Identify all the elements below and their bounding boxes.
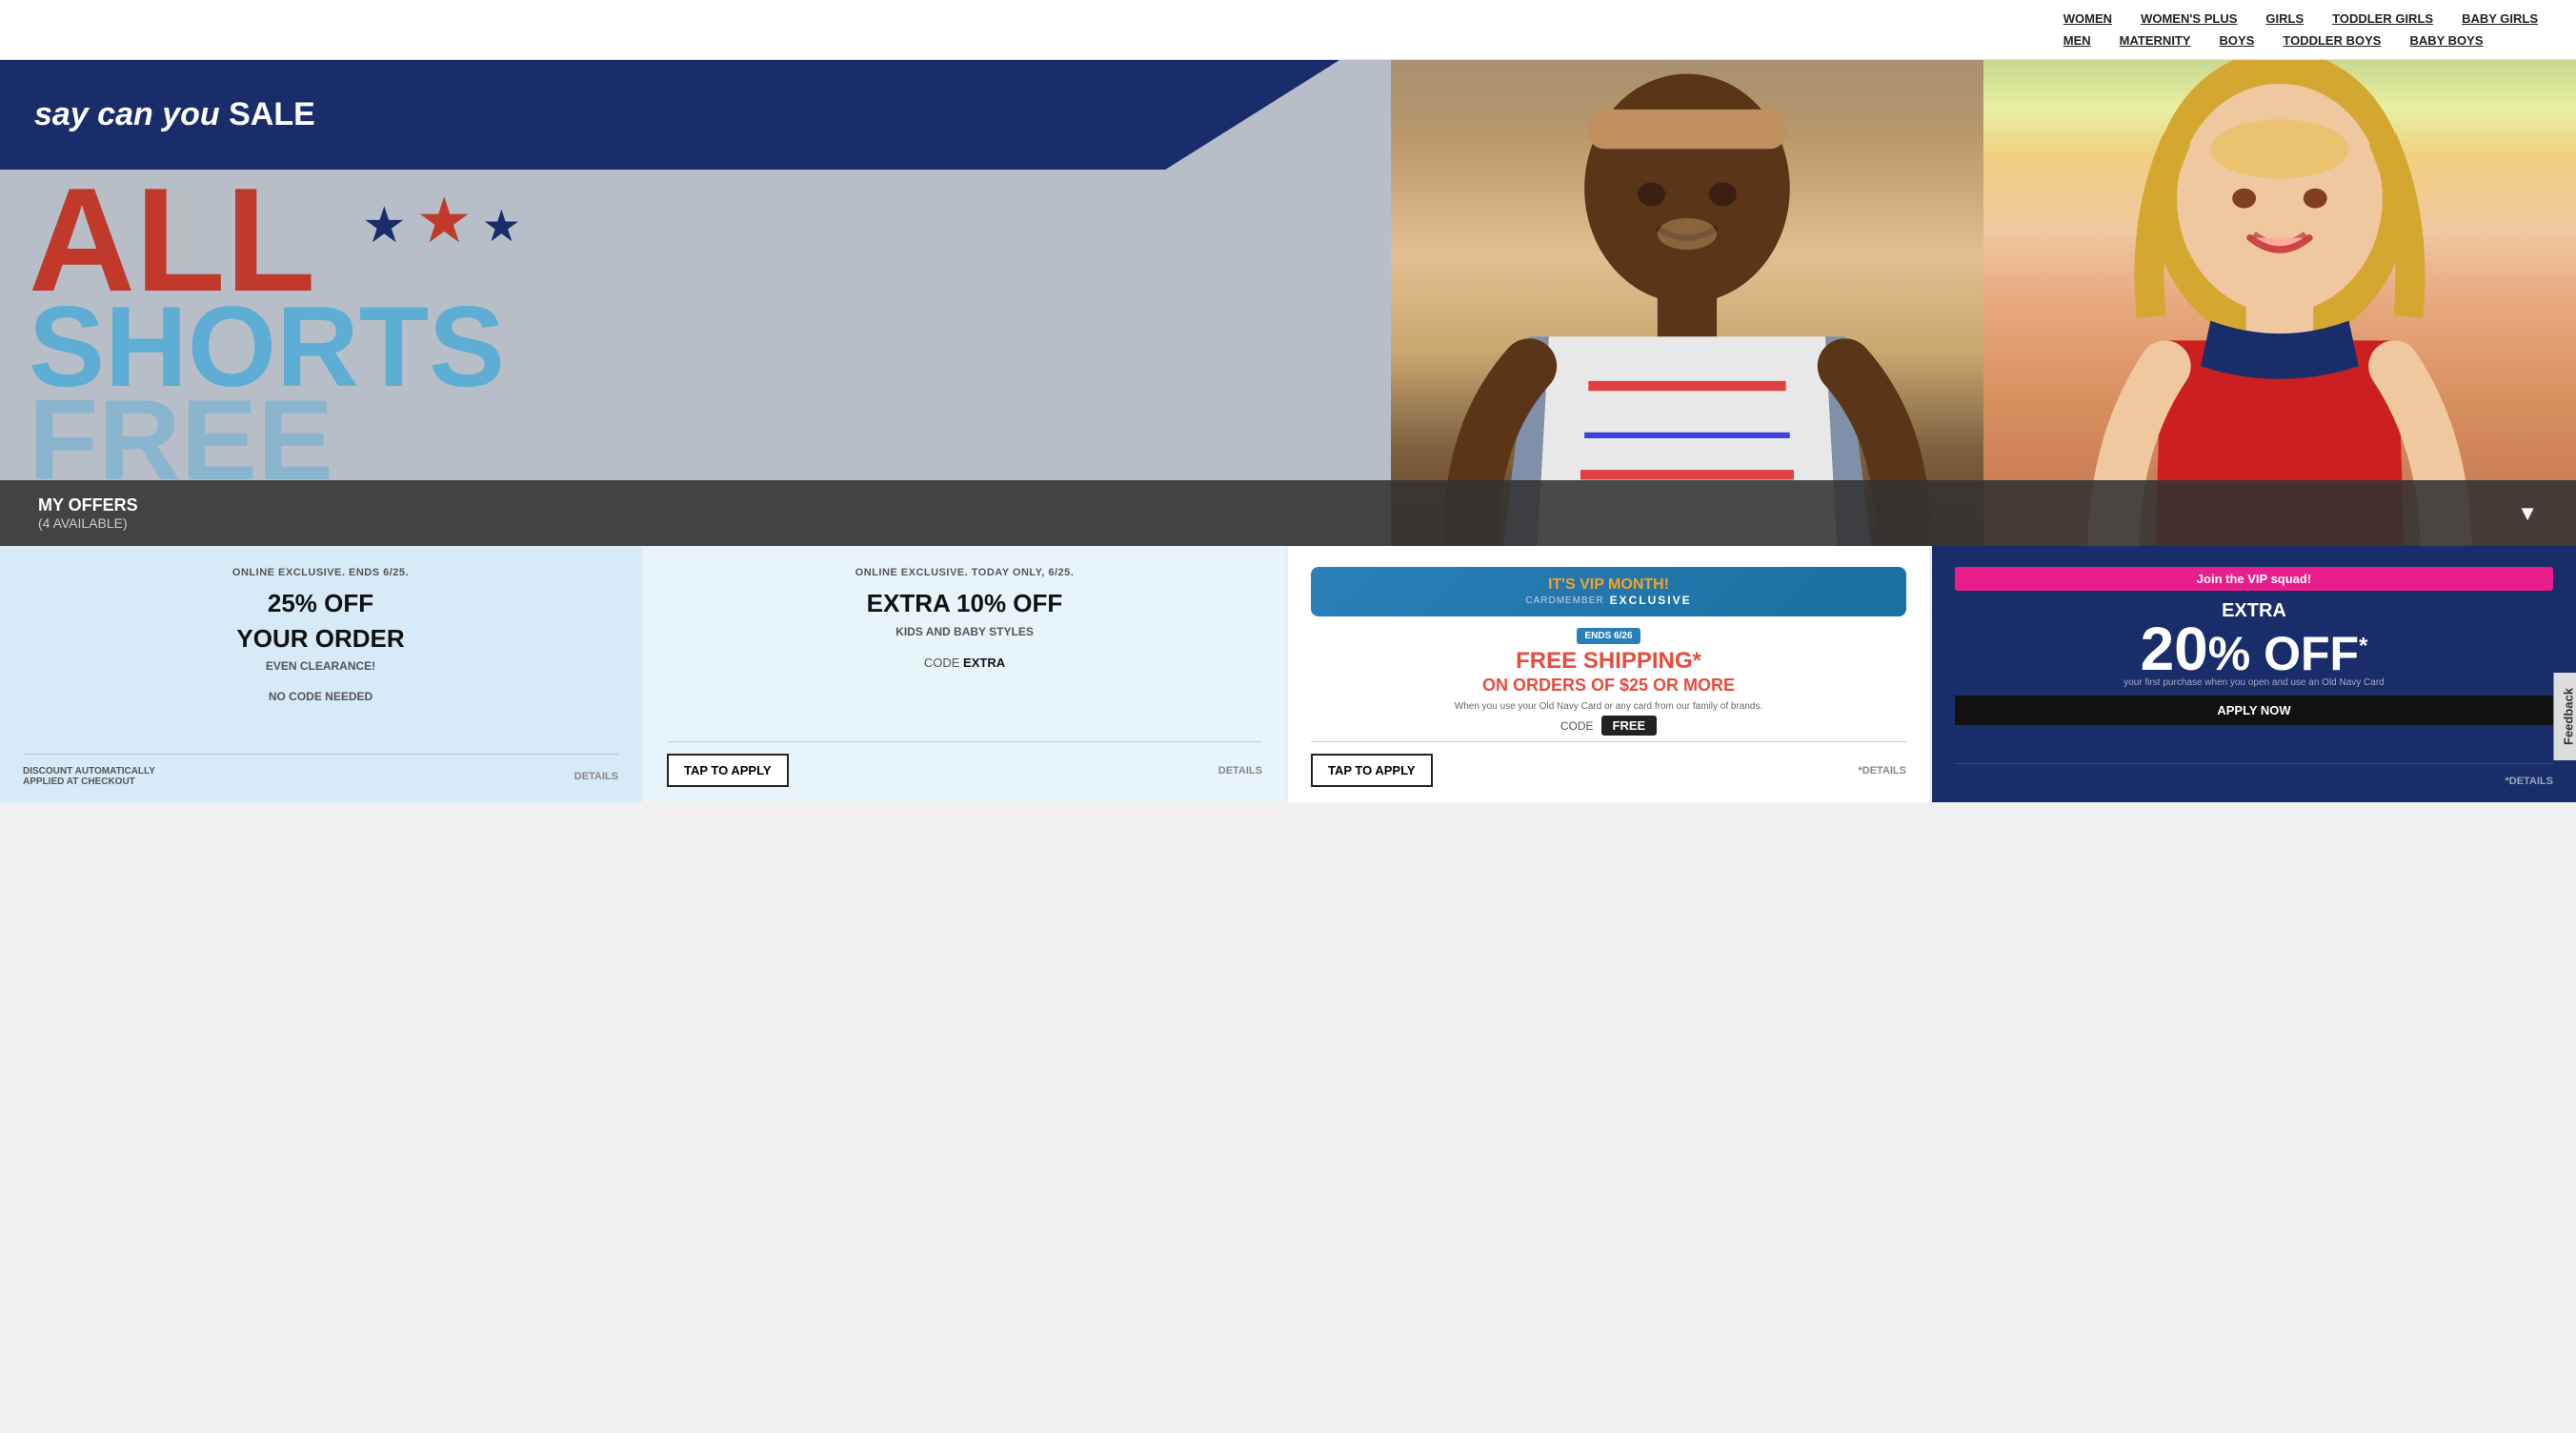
card2-main-line2: KIDS AND BABY STYLES (667, 625, 1262, 638)
nav-item-toddler-boys[interactable]: TODDLER BOYS (2283, 33, 2381, 48)
card1-footer: DISCOUNT AUTOMATICALLYAPPLIED AT CHECKOU… (23, 754, 618, 787)
feedback-tab[interactable]: Feedback (2554, 673, 2576, 760)
card4-fine-print: your first purchase when you open and us… (1955, 677, 2553, 688)
nav-item-girls[interactable]: GIRLS (2265, 11, 2304, 26)
card3-free-shipping-line2: ON ORDERS OF $25 OR MORE (1311, 676, 1906, 694)
card2-main-line1: EXTRA 10% OFF (667, 590, 1262, 617)
card3-ends-badge: ENDS 6/26 (1577, 628, 1640, 644)
nav-item-womens-plus[interactable]: WOMEN'S PLUS (2141, 11, 2237, 26)
navigation: WOMEN WOMEN'S PLUS GIRLS TODDLER GIRLS B… (0, 0, 2576, 60)
nav-item-baby-girls[interactable]: BABY GIRLS (2462, 11, 2538, 26)
nav-row-1: WOMEN WOMEN'S PLUS GIRLS TODDLER GIRLS B… (2063, 11, 2538, 26)
hero-person1 (1391, 60, 1983, 546)
offer-card-3: IT'S VIP MONTH! CARDMEMBER EXCLUSIVE END… (1288, 546, 1932, 802)
my-offers-count: (4 AVAILABLE) (38, 515, 138, 531)
card1-main-line2: YOUR ORDER (23, 625, 618, 653)
nav-row-2: MEN MATERNITY BOYS TODDLER BOYS BABY BOY… (2063, 33, 2538, 48)
card1-main-line1: 25% OFF (23, 590, 618, 617)
hero-blue-banner: say can you SALE (0, 60, 1339, 170)
nav-item-men[interactable]: MEN (2063, 33, 2091, 48)
card4-extra-label: EXTRA (1955, 600, 2553, 622)
nav-item-women[interactable]: WOMEN (2063, 11, 2112, 26)
chevron-down-icon: ▼ (2517, 501, 2538, 526)
card1-details-link[interactable]: DETAILS (574, 771, 618, 782)
card3-code-label: CODE (1560, 719, 1594, 733)
my-offers-bar[interactable]: MY OFFERS (4 AVAILABLE) ▼ (0, 480, 2576, 546)
nav-item-boys[interactable]: BOYS (2220, 33, 2255, 48)
card4-footer: *DETAILS (1955, 763, 2553, 787)
card2-code-row: CODE EXTRA (667, 656, 1262, 670)
card4-off-label: % OFF* (2208, 627, 2368, 680)
star-icon-3: ★ (482, 200, 521, 252)
card1-auto-applied: DISCOUNT AUTOMATICALLYAPPLIED AT CHECKOU… (23, 766, 155, 787)
card4-big-number: 20 (2141, 615, 2208, 683)
hero-free-text: FREE (29, 394, 505, 487)
card4-big-offer: 20% OFF* (1955, 622, 2553, 677)
card3-exclusive: EXCLUSIVE (1610, 594, 1692, 607)
card4-details-link[interactable]: *DETAILS (2505, 776, 2553, 787)
card2-tap-apply-button[interactable]: TAP TO APPLY (667, 754, 789, 787)
card1-sub: EVEN CLEARANCE! (23, 659, 618, 673)
my-offers-info: MY OFFERS (4 AVAILABLE) (38, 495, 138, 531)
card2-details-link[interactable]: DETAILS (1218, 765, 1262, 777)
person2-silhouette (1983, 60, 2576, 546)
card3-code-row: CODE FREE (1311, 716, 1906, 736)
nav-rows: WOMEN WOMEN'S PLUS GIRLS TODDLER GIRLS B… (2063, 11, 2538, 48)
card3-free-shipping: FREE SHIPPING* (1311, 650, 1906, 673)
nav-item-toddler-girls[interactable]: TODDLER GIRLS (2332, 11, 2433, 26)
card3-vip-month: IT'S VIP MONTH! (1320, 576, 1897, 594)
card1-subtitle: ONLINE EXCLUSIVE. ENDS 6/25. (23, 567, 618, 578)
card3-vip-header: IT'S VIP MONTH! CARDMEMBER EXCLUSIVE (1311, 567, 1906, 616)
card3-code-value: FREE (1601, 716, 1658, 736)
star-icon-2: ★ (416, 184, 473, 257)
card1-code-label: NO CODE NEEDED (23, 690, 618, 703)
my-offers-label: MY OFFERS (38, 495, 138, 515)
hero-sale-text: say can you SALE (34, 96, 315, 133)
hero-photo-area (1391, 60, 2576, 546)
star-icon-1: ★ (362, 197, 407, 254)
card3-cardmember: CARDMEMBER (1525, 595, 1603, 606)
nav-item-baby-boys[interactable]: BABY BOYS (2409, 33, 2483, 48)
card4-join-vip-banner: Join the VIP squad! (1955, 567, 2553, 591)
card2-footer: TAP TO APPLY DETAILS (667, 741, 1262, 787)
offer-card-1: ONLINE EXCLUSIVE. ENDS 6/25. 25% OFF YOU… (0, 546, 644, 802)
nav-item-maternity[interactable]: MATERNITY (2120, 33, 2191, 48)
offer-card-2: ONLINE EXCLUSIVE. TODAY ONLY, 6/25. EXTR… (644, 546, 1288, 802)
card3-details-link[interactable]: *DETAILS (1858, 765, 1906, 777)
card3-tap-apply-button[interactable]: TAP TO APPLY (1311, 754, 1433, 787)
offers-row: ONLINE EXCLUSIVE. ENDS 6/25. 25% OFF YOU… (0, 546, 2576, 802)
card2-subtitle: ONLINE EXCLUSIVE. TODAY ONLY, 6/25. (667, 567, 1262, 578)
hero-person2 (1983, 60, 2576, 546)
hero-stars: ★ ★ ★ (362, 193, 521, 257)
card3-footer: TAP TO APPLY *DETAILS (1311, 741, 1906, 787)
card3-when-text: When you use your Old Navy Card or any c… (1311, 701, 1906, 712)
hero-banner: say can you SALE ★ ★ ★ ALL SHORTS FREE (0, 60, 2576, 546)
person1-silhouette (1391, 60, 1983, 546)
offer-card-4: Join the VIP squad! EXTRA 20% OFF* your … (1932, 546, 2576, 802)
card4-apply-now-button[interactable]: APPLY NOW (1955, 696, 2553, 725)
